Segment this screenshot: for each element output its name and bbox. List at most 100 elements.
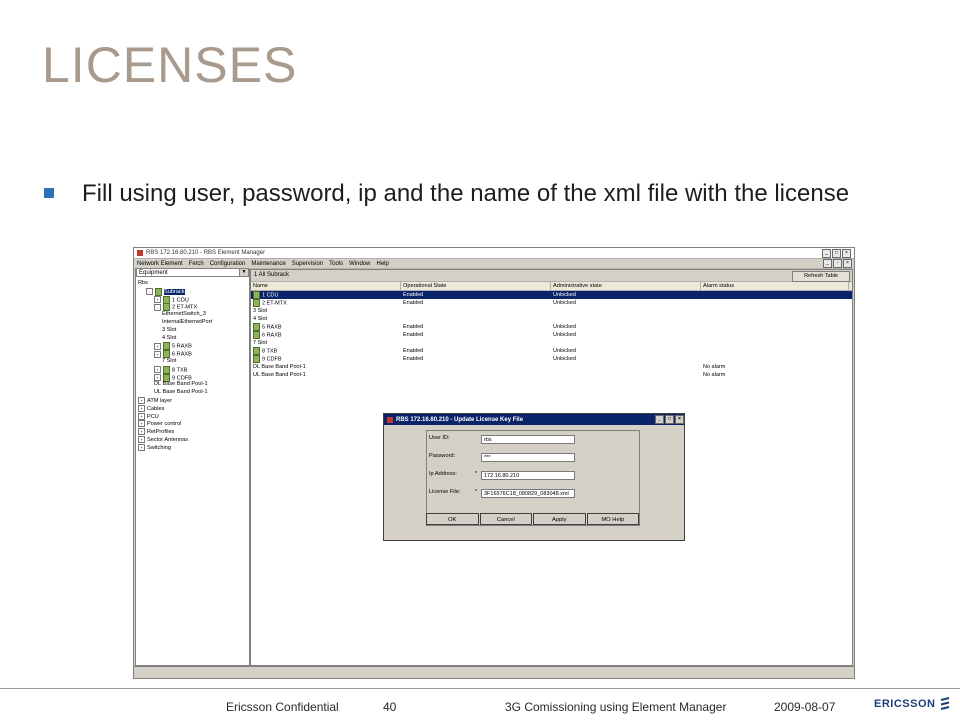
tree-node[interactable]: EthernetSwitch_3 [136,311,249,319]
cell-alarm-status-text: No alarm [703,372,726,378]
cell-name: 9 CDFB [251,355,401,363]
tree-node[interactable]: - 2 ET-MTX [136,303,249,312]
column-header-administrative-state[interactable]: Administrative state [551,282,701,290]
table-row[interactable]: 4 Slot [251,315,852,323]
tree-node[interactable]: + Sector Antennas [136,435,249,444]
tree-node[interactable]: 7 Slot [136,358,249,366]
mdi-minimize-icon[interactable]: _ [823,259,832,268]
expand-icon[interactable]: + [154,374,161,382]
bullet-square-icon [44,188,54,198]
column-header-name[interactable]: Name [251,282,401,290]
table-row[interactable]: 3 Slot [251,307,852,315]
close-icon[interactable]: × [842,248,851,258]
board-icon [163,350,170,359]
tree-node[interactable]: UL Base Band Pool-1 [136,389,249,397]
cell-administrative-state: Unlocked [551,323,701,331]
table-row[interactable]: DL Base Band Pool-1 No alarm [251,363,852,371]
mo-help-button[interactable]: MO Help [586,513,639,525]
menu-window[interactable]: Window [349,261,370,267]
expand-icon[interactable]: + [154,366,161,374]
menu-maintenance[interactable]: Maintenance [251,261,285,267]
tree-node[interactable]: + PCU [136,412,249,421]
table-row[interactable]: 8 TXB Enabled Unlocked [251,347,852,355]
expand-icon[interactable]: + [138,396,145,404]
cell-administrative-state [551,315,701,323]
table-row[interactable]: UL Base Band Pool-1 No alarm [251,371,852,379]
table-row[interactable]: 1 CDU Enabled Unlocked [251,291,852,299]
mdi-restore-icon[interactable]: ▫ [833,259,842,268]
tree-node[interactable]: 3 Slot [136,327,249,335]
tree-node[interactable]: +9 CDFB [136,373,249,382]
cell-name-text: 4 Slot [253,316,268,322]
chevron-down-icon[interactable]: ▼ [239,269,248,276]
mdi-close-icon[interactable]: × [843,259,852,268]
cell-name: DL Base Band Pool-1 [251,363,401,371]
expand-icon[interactable]: + [138,412,145,420]
menu-help[interactable]: Help [376,261,388,267]
refresh-table-button[interactable]: Refresh Table [792,271,850,282]
collapse-icon[interactable]: - [154,303,161,311]
table-row[interactable]: 5 RAXB Enabled Unlocked [251,323,852,331]
password-field[interactable]: *** [481,453,575,462]
logo-wordmark: ERICSSON [874,698,936,710]
tree-node[interactable]: 4 Slot [136,335,249,343]
column-header-alarm-status[interactable]: Alarm status [701,282,849,290]
menu-fetch[interactable]: Fetch [189,261,204,267]
tree-node[interactable]: + ATM layer [136,396,249,405]
board-icon [163,373,170,382]
table-row[interactable]: 7 Slot [251,339,852,347]
expand-icon[interactable]: + [154,342,161,350]
license-file-field[interactable]: 3F16576C18_080829_083048.xml [481,489,575,498]
table-row[interactable]: 9 CDFB Enabled Unlocked [251,355,852,363]
tree-node[interactable]: +1 CDU [136,295,249,304]
menu-network-element[interactable]: Network Element [137,261,183,267]
expand-icon[interactable]: + [138,420,145,428]
tree-node[interactable]: + RetProfiles [136,428,249,436]
tree-node-label: Cables [147,405,165,412]
column-header-operational-state[interactable]: Operational State [401,282,551,290]
collapse-icon[interactable]: - [146,288,153,296]
apply-button[interactable]: Apply [533,513,586,525]
menu-configuration[interactable]: Configuration [210,261,246,267]
tree-node-label: PCU [147,413,159,420]
tree-node[interactable]: +8 TXB [136,365,249,374]
table-row[interactable]: 2 ET-MTX Enabled Unlocked [251,299,852,307]
tree-node-label: 9 CDFB [172,375,192,382]
tree-node[interactable]: +6 RAXB [136,350,249,359]
table-row[interactable]: 6 RAXB Enabled Unlocked [251,331,852,339]
dialog-minimize-icon[interactable]: _ [655,415,664,424]
tree-node[interactable]: - Subrack [136,287,249,296]
dialog-close-icon[interactable]: × [675,415,684,424]
tree-node[interactable]: + Power control [136,420,249,428]
cell-name: 8 TXB [251,347,401,355]
tree-node[interactable]: InternalEthernetPort [136,319,249,327]
cell-administrative-state-text: Unlocked [553,332,576,338]
expand-icon[interactable]: + [138,435,145,443]
tree-node[interactable]: + Switching [136,443,249,452]
cell-alarm-status [701,339,849,347]
tree-node[interactable]: + Cables [136,404,249,413]
menu-tools[interactable]: Tools [329,261,343,267]
expand-icon[interactable]: + [138,428,145,436]
ericsson-logo: ERICSSON [874,694,954,714]
cancel-button[interactable]: Cancel [479,513,532,525]
dialog-form: User ID: rbs Password: *** Ip Address: *… [426,430,640,526]
cell-alarm-status [701,323,849,331]
expand-icon[interactable]: + [138,443,145,451]
menu-supervision[interactable]: Supervision [292,261,323,267]
minimize-icon[interactable]: _ [822,248,831,258]
cell-alarm-status [701,315,849,323]
ip-address-field[interactable]: 172.16.80.210 [481,471,575,480]
maximize-icon[interactable]: □ [832,248,841,258]
expand-icon[interactable]: + [154,296,161,304]
tree-node[interactable]: +5 RAXB [136,342,249,351]
user-id-field[interactable]: rbs [481,435,575,444]
expand-icon[interactable]: + [154,350,161,358]
view-combo[interactable]: Equipment ▼ [136,268,249,277]
tree-node[interactable]: Rbs [136,280,249,288]
tree-node[interactable]: DL Base Band Pool-1 [136,381,249,389]
expand-icon[interactable]: + [138,404,145,412]
ok-button[interactable]: OK [426,513,479,525]
dialog-maximize-icon[interactable]: □ [665,415,674,424]
password-label: Password: [429,453,456,459]
